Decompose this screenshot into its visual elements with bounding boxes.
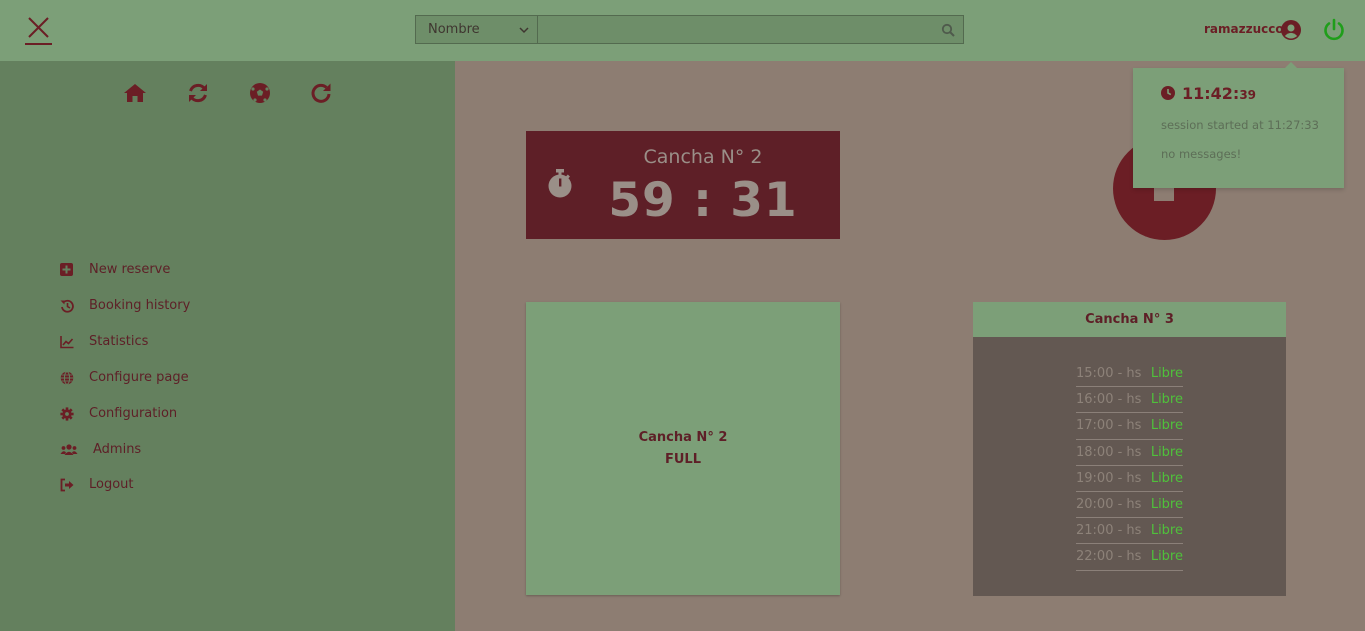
users-icon bbox=[60, 443, 78, 455]
search-input[interactable] bbox=[538, 16, 963, 43]
close-menu-icon[interactable] bbox=[24, 14, 54, 46]
search-filter-value: Nombre bbox=[428, 22, 480, 37]
soccer-ball-icon[interactable] bbox=[248, 82, 272, 104]
court-2-card[interactable]: Cancha N° 2 FULL bbox=[526, 302, 840, 595]
timer-title: Cancha N° 2 bbox=[643, 146, 763, 168]
menu-label: New reserve bbox=[89, 262, 171, 277]
court-title: Cancha N° 2 bbox=[638, 429, 728, 445]
time-slot[interactable]: 15:00 - hs Libre bbox=[1076, 361, 1183, 388]
slot-time: 20:00 - hs bbox=[1076, 497, 1142, 513]
power-icon[interactable] bbox=[1322, 18, 1346, 42]
menu-admins[interactable]: Admins bbox=[60, 442, 141, 457]
menu-statistics[interactable]: Statistics bbox=[60, 334, 148, 349]
time-slot[interactable]: 22:00 - hs Libre bbox=[1076, 544, 1183, 571]
search-icon[interactable] bbox=[941, 23, 955, 37]
menu-label: Statistics bbox=[89, 334, 149, 349]
time-slot[interactable]: 16:00 - hs Libre bbox=[1076, 387, 1183, 414]
username[interactable]: ramazzucco bbox=[1204, 22, 1284, 36]
menu-label: Admins bbox=[93, 442, 142, 457]
slot-status: Libre bbox=[1150, 470, 1183, 486]
session-start-text: session started at 11:27:33 bbox=[1161, 118, 1319, 132]
menu-label: Booking history bbox=[89, 298, 191, 313]
sign-out-icon bbox=[60, 478, 74, 491]
home-icon[interactable] bbox=[123, 82, 147, 104]
top-bar: Nombre ramazzucco bbox=[0, 0, 1365, 61]
court-status: FULL bbox=[664, 451, 701, 467]
current-time-main: 11:42: bbox=[1182, 84, 1240, 103]
slot-status: Libre bbox=[1150, 523, 1183, 539]
slot-time: 21:00 - hs bbox=[1076, 523, 1142, 539]
user-circle-icon[interactable] bbox=[1281, 20, 1301, 40]
menu-new-reserve[interactable]: New reserve bbox=[60, 262, 170, 277]
search-bar: Nombre bbox=[415, 15, 964, 44]
menu-configuration[interactable]: Configuration bbox=[60, 406, 177, 421]
sync-icon[interactable] bbox=[186, 82, 210, 104]
messages-text: no messages! bbox=[1161, 147, 1242, 161]
gear-icon bbox=[60, 406, 74, 421]
slot-time: 15:00 - hs bbox=[1076, 366, 1142, 382]
plus-square-icon bbox=[60, 262, 73, 276]
chevron-down-icon bbox=[519, 26, 529, 33]
menu-label: Configure page bbox=[89, 370, 189, 385]
slot-time: 17:00 - hs bbox=[1076, 418, 1142, 434]
search-filter-select[interactable]: Nombre bbox=[416, 16, 538, 43]
session-popup: 11:42:39 session started at 11:27:33 no … bbox=[1133, 62, 1344, 188]
clock-icon bbox=[1161, 86, 1175, 100]
slot-time: 19:00 - hs bbox=[1076, 470, 1142, 486]
slot-status: Libre bbox=[1150, 444, 1183, 460]
time-slot[interactable]: 21:00 - hs Libre bbox=[1076, 518, 1183, 545]
slot-time: 18:00 - hs bbox=[1076, 444, 1142, 460]
globe-icon bbox=[60, 370, 74, 385]
slot-status: Libre bbox=[1150, 418, 1183, 434]
menu-label: Logout bbox=[89, 477, 134, 492]
history-icon bbox=[60, 299, 74, 313]
countdown-time: 59 : 31 bbox=[608, 173, 798, 228]
menu-logout[interactable]: Logout bbox=[60, 477, 134, 492]
redo-icon[interactable] bbox=[310, 82, 334, 104]
slot-list: 15:00 - hs Libre 16:00 - hs Libre 17:00 - … bbox=[973, 337, 1286, 571]
menu-label: Configuration bbox=[89, 406, 178, 421]
slot-time: 22:00 - hs bbox=[1076, 549, 1142, 565]
slot-status: Libre bbox=[1150, 497, 1183, 513]
menu-configure-page[interactable]: Configure page bbox=[60, 370, 189, 385]
current-time-seconds: 39 bbox=[1239, 88, 1257, 102]
timer-card: Cancha N° 2 59 : 31 bbox=[526, 131, 840, 239]
slot-status: Libre bbox=[1150, 392, 1183, 408]
slot-time: 16:00 - hs bbox=[1076, 392, 1142, 408]
time-slot[interactable]: 19:00 - hs Libre bbox=[1076, 466, 1183, 492]
time-slot[interactable]: 20:00 - hs Libre bbox=[1076, 492, 1183, 519]
time-slot[interactable]: 18:00 - hs Libre bbox=[1076, 440, 1183, 466]
court-title: Cancha N° 3 bbox=[973, 302, 1286, 337]
sidebar: New reserve Booking history Statistics C… bbox=[0, 61, 455, 631]
menu-booking-history[interactable]: Booking history bbox=[60, 298, 190, 313]
court-3-card: Cancha N° 3 15:00 - hs Libre 16:00 - hs Li… bbox=[973, 302, 1286, 596]
current-time: 11:42:39 bbox=[1182, 84, 1256, 103]
time-slot[interactable]: 17:00 - hs Libre bbox=[1076, 413, 1183, 440]
slot-status: Libre bbox=[1150, 366, 1183, 382]
slot-status: Libre bbox=[1150, 549, 1183, 565]
line-chart-icon bbox=[60, 335, 74, 348]
